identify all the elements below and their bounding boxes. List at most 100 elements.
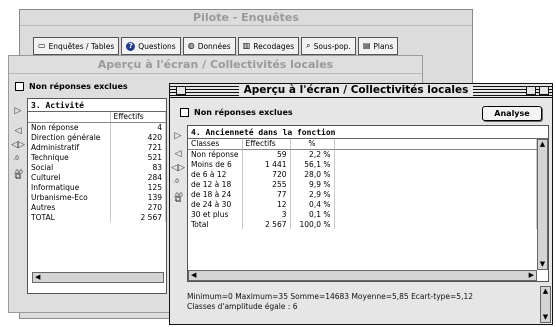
table-row: 30 et plus 3 0,1 %	[188, 209, 537, 219]
checkbox-box[interactable]	[15, 82, 24, 91]
row-value: 284	[110, 172, 166, 182]
header-percent: %	[290, 139, 335, 150]
zoom-box-icon[interactable]	[526, 86, 536, 95]
scroll-left-icon[interactable]: ◀	[189, 271, 196, 279]
decimals-icon[interactable]: .0.00	[173, 175, 183, 199]
analyse-button[interactable]: Analyse	[482, 106, 542, 121]
table-row: Culturel 284	[28, 172, 166, 182]
row-percent: 56,1 %	[290, 159, 335, 169]
row-label: Culturel	[28, 172, 111, 182]
recode-icon: ▥	[242, 41, 251, 50]
scroll-down-icon[interactable]: ▼	[538, 260, 547, 269]
tab-label: Plans	[373, 41, 394, 51]
tab-questions[interactable]: ? Questions	[121, 37, 181, 55]
row-value: 270	[110, 202, 166, 212]
scroll-left-icon[interactable]: ◀	[33, 273, 40, 281]
copy-icon[interactable]: ⧉	[15, 170, 21, 184]
table-row: Technique 521	[28, 152, 166, 162]
non-reponses-checkbox-back[interactable]: Non réponses exclues	[15, 82, 128, 91]
row-classe: Non réponse	[188, 149, 243, 159]
table-row: Total 2 567 100,0 %	[188, 219, 537, 229]
scroll-up-icon[interactable]: ▲	[541, 287, 550, 296]
non-reponses-checkbox-front[interactable]: Non réponses exclues	[180, 108, 293, 117]
question-icon: ?	[126, 41, 136, 51]
collapse-icon[interactable]: ◁	[175, 147, 182, 161]
table-row: Non réponse 59 2,2 %	[188, 149, 537, 159]
header-classes: Classes	[188, 139, 243, 150]
tab-enquetes-tables[interactable]: ▭ Enquêtes / Tables	[33, 37, 120, 55]
row-value: 125	[110, 182, 166, 192]
row-classe: de 24 à 30	[188, 199, 243, 209]
row-label: Technique	[28, 152, 111, 162]
header-effectifs: Effectifs	[242, 139, 291, 150]
horizontal-scrollbar-front[interactable]: ◀ ▶	[188, 270, 537, 281]
scroll-down-icon[interactable]: ▼	[541, 313, 550, 322]
tab-sous-pop[interactable]: ⌕ Sous-pop.	[301, 37, 356, 55]
row-value: 721	[110, 142, 166, 152]
row-percent: 2,2 %	[290, 149, 335, 159]
decimals-icon[interactable]: .0.00	[13, 152, 23, 176]
row-effectif: 3	[242, 209, 291, 219]
vertical-scrollbar-table[interactable]: ▲ ▼	[537, 139, 548, 270]
tab-label: Enquêtes / Tables	[48, 41, 115, 51]
tab-label: Données	[197, 41, 231, 51]
checkbox-label: Non réponses exclues	[29, 82, 128, 91]
row-percent: 9,9 %	[290, 179, 335, 189]
row-value: 139	[110, 192, 166, 202]
row-effectif: 12	[242, 199, 291, 209]
side-toolbar-front: ▷ ◁ ◁▷ .0.00 ⧉	[171, 129, 185, 207]
checkbox-box[interactable]	[180, 108, 189, 117]
horizontal-scrollbar-back[interactable]: ◀	[32, 272, 164, 283]
table-row: TOTAL 2 567	[28, 212, 166, 222]
table-sheet-front: 4. Ancienneté dans la fonction Classes E…	[187, 125, 549, 282]
pilot-tabs: ▭ Enquêtes / Tables ? Questions ◍ Donnée…	[33, 37, 400, 55]
expand-icon[interactable]: ▷	[175, 129, 182, 143]
row-effectif: 77	[242, 189, 291, 199]
checkbox-label: Non réponses exclues	[194, 108, 293, 117]
side-toolbar-back: ▷ ◁ ◁▷ .0.00 ⧉	[11, 104, 25, 184]
vertical-scrollbar-stats[interactable]: ▲ ▼	[540, 286, 551, 323]
statistics-panel: Minimum=0 Maximum=35 Somme=14683 Moyenne…	[187, 292, 473, 312]
row-label: Non réponse	[28, 122, 111, 132]
row-value: 83	[110, 162, 166, 172]
table-row: de 24 à 30 12 0,4 %	[188, 199, 537, 209]
scroll-up-icon[interactable]: ▲	[538, 140, 547, 149]
folder-icon: ▭	[38, 41, 46, 50]
row-classe: Total	[188, 219, 243, 229]
row-effectif: 720	[242, 169, 291, 179]
row-percent: 28,0 %	[290, 169, 335, 179]
row-classe: Moins de 6	[188, 159, 243, 169]
table-row: de 6 à 12 720 28,0 %	[188, 169, 537, 179]
table-row: de 18 à 24 77 2,9 %	[188, 189, 537, 199]
tab-plans[interactable]: ▤ Plans	[357, 37, 399, 55]
preview-window-front-title: Aperçu à l'écran / Collectivités locales	[238, 84, 474, 97]
row-label: TOTAL	[28, 212, 111, 222]
row-classe: de 6 à 12	[188, 169, 243, 179]
width-icon[interactable]: ◁▷	[11, 138, 25, 152]
row-effectif: 1 441	[242, 159, 291, 169]
pilot-window-title: Pilote - Enquêtes	[20, 10, 472, 26]
header-empty	[334, 139, 537, 150]
tab-label: Sous-pop.	[313, 41, 351, 51]
row-label: Autres	[28, 202, 111, 212]
collapse-box-icon[interactable]	[539, 86, 549, 95]
copy-icon[interactable]: ⧉	[175, 193, 181, 207]
row-percent: 0,4 %	[290, 199, 335, 209]
row-value: 4	[110, 122, 166, 132]
scroll-right-icon[interactable]: ▶	[529, 271, 534, 280]
table-row: Autres 270	[28, 202, 166, 212]
data-table-front: Classes Effectifs % Non réponse 59 2,2 % M…	[188, 139, 537, 229]
row-value: 521	[110, 152, 166, 162]
close-box-icon[interactable]	[176, 86, 186, 95]
expand-icon[interactable]: ▷	[15, 104, 22, 118]
tab-recodages[interactable]: ▥ Recodages	[237, 37, 300, 55]
table-sheet-back: 3. Activité Effectifs Non réponse 4 Direc…	[27, 98, 167, 294]
width-icon[interactable]: ◁▷	[171, 161, 185, 175]
row-label: Direction générale	[28, 132, 111, 142]
row-effectif: 2 567	[242, 219, 291, 229]
preview-window-back-title: Aperçu à l'écran / Collectivités locales	[9, 56, 422, 74]
table-row: Social 83	[28, 162, 166, 172]
tab-donnees[interactable]: ◍ Données	[182, 37, 236, 55]
collapse-icon[interactable]: ◁	[15, 124, 22, 138]
preview-window-front-titlebar[interactable]: Aperçu à l'écran / Collectivités locales	[170, 84, 552, 98]
